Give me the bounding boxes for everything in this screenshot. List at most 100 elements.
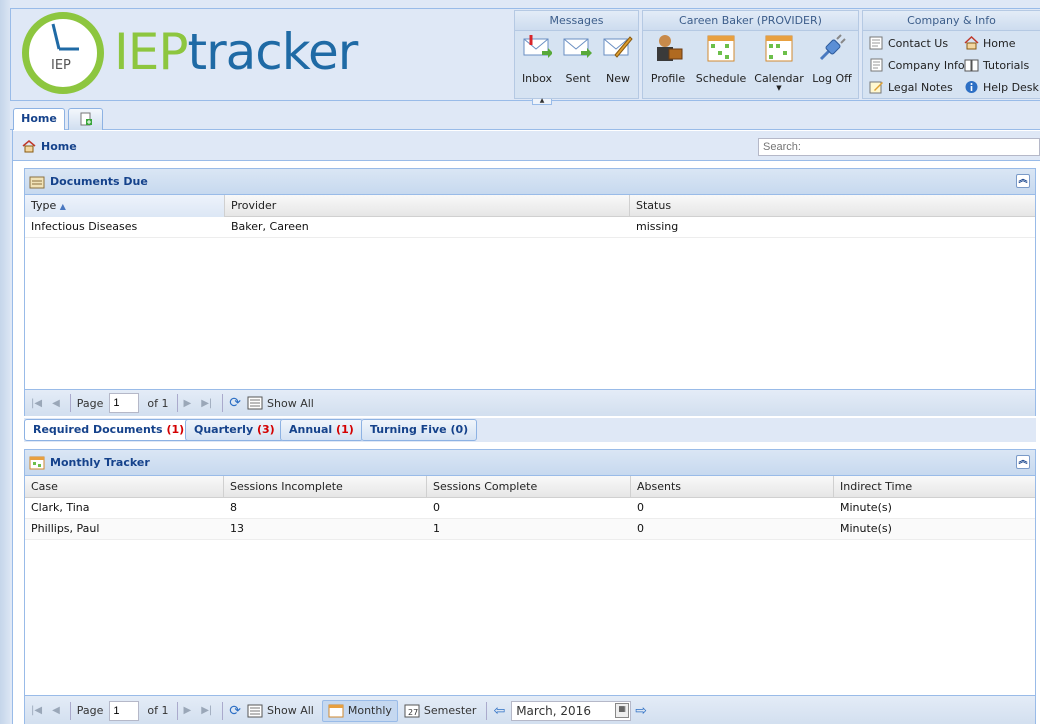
refresh-icon[interactable]: ⟳ (229, 395, 241, 411)
date-picker-icon[interactable]: ▦ (615, 702, 630, 718)
tutorials-label: Tutorials (983, 58, 1030, 72)
monthly-toggle-button[interactable]: Monthly (321, 699, 398, 722)
next-month-arrow-icon[interactable]: ⇨ (635, 703, 647, 719)
show-all-label: Show All (267, 704, 314, 717)
column-header-provider[interactable]: Provider (225, 195, 630, 217)
monthly-tracker-pager: |◀ ◀ Page of 1 ▶ ▶| ⟳ Show All Monthly 2… (25, 695, 1035, 724)
calendar-button[interactable]: Calendar ▼ (754, 33, 804, 92)
monthly-label: Monthly (347, 704, 392, 717)
tab-quarterly[interactable]: Quarterly (3) (185, 419, 284, 441)
column-header-case[interactable]: Case (25, 476, 224, 498)
pager-separator (176, 394, 178, 412)
prev-page-icon[interactable]: ◀ (52, 705, 60, 716)
last-page-icon[interactable]: ▶| (201, 398, 212, 409)
next-page-icon[interactable]: ▶ (184, 705, 192, 716)
cell-absents: 0 (637, 522, 644, 535)
cell-type: Infectious Diseases (31, 220, 138, 233)
profile-icon (657, 35, 683, 61)
table-row[interactable]: Clark, Tina 8 0 0 Minute(s) (25, 498, 1035, 519)
home-link-label: Home (983, 36, 1016, 50)
column-header-sessions-incomplete[interactable]: Sessions Incomplete (224, 476, 427, 498)
breadcrumb-home[interactable]: Home (41, 140, 77, 153)
column-header-type[interactable]: Type ▲ (25, 195, 225, 217)
refresh-icon[interactable]: ⟳ (229, 703, 241, 719)
calendar-icon (765, 35, 793, 62)
page-number-input[interactable] (109, 393, 140, 413)
list-icon (247, 396, 263, 410)
cell-case: Clark, Tina (31, 501, 90, 514)
table-row[interactable]: Phillips, Paul 13 1 0 Minute(s) (25, 519, 1035, 540)
tab-add-new[interactable] (68, 108, 103, 130)
document-category-tabs: Required Documents (1) Quarterly (3) Ann… (24, 418, 1036, 442)
pager-separator (176, 701, 178, 720)
calendar-dropdown-arrow-icon[interactable]: ▼ (754, 85, 804, 92)
tab-required-documents[interactable]: Required Documents (1) (24, 419, 194, 441)
column-header-absents[interactable]: Absents (631, 476, 834, 498)
home-link[interactable]: Home (964, 36, 1015, 50)
sent-icon (563, 38, 592, 58)
column-header-indirect-time[interactable]: Indirect Time (834, 476, 1035, 498)
new-message-label: New (606, 72, 630, 85)
sort-ascending-icon: ▲ (59, 202, 66, 211)
cell-sessions-complete: 0 (433, 501, 440, 514)
left-collapse-strip[interactable] (0, 0, 10, 724)
logo-tracker: tracker (187, 23, 359, 81)
schedule-button[interactable]: Schedule (695, 33, 747, 85)
semester-calendar-icon: 27 (404, 704, 420, 717)
new-message-icon (603, 36, 633, 58)
tab-annual[interactable]: Annual (1) (280, 419, 363, 441)
monthly-tracker-collapse-button[interactable]: ︽ (1016, 455, 1030, 469)
show-all-button[interactable]: Show All (247, 396, 314, 410)
column-header-sessions-complete[interactable]: Sessions Complete (427, 476, 631, 498)
column-header-status[interactable]: Status (630, 195, 1035, 217)
messages-group-title: Messages (515, 11, 638, 31)
documents-folder-icon (29, 176, 45, 188)
schedule-label: Schedule (695, 72, 747, 85)
info-icon (965, 81, 978, 93)
sent-button[interactable]: Sent (561, 33, 595, 85)
tutorials-link[interactable]: Tutorials (964, 58, 1029, 72)
sent-label: Sent (565, 72, 591, 85)
legal-notes-link[interactable]: Legal Notes (869, 80, 953, 94)
new-message-button[interactable]: New (601, 33, 635, 85)
company-info-label: Company Info (888, 58, 965, 72)
contact-us-link[interactable]: Contact Us (869, 36, 948, 50)
documents-due-column-headers: Type ▲ Provider Status (25, 195, 1035, 217)
company-info-link[interactable]: Company Info (869, 58, 965, 72)
add-page-icon (80, 112, 92, 126)
inbox-icon (523, 35, 553, 58)
profile-button[interactable]: Profile (648, 33, 688, 85)
help-desk-link[interactable]: Help Desk (964, 80, 1039, 94)
cell-status: missing (636, 220, 679, 233)
table-row[interactable]: Infectious Diseases Baker, Careen missin… (25, 217, 1035, 238)
header-collapse-handle[interactable]: ▲ (532, 98, 552, 105)
page-label: Page (76, 396, 104, 410)
documents-due-collapse-button[interactable]: ︽ (1016, 174, 1030, 188)
month-date-field[interactable]: March, 2016 ▦ (511, 700, 632, 721)
tab-turning-five-count: (0) (450, 423, 469, 436)
previous-month-arrow-icon[interactable]: ⇦ (493, 703, 505, 719)
show-all-label: Show All (267, 396, 314, 410)
inbox-button[interactable]: Inbox (520, 33, 554, 85)
last-page-icon[interactable]: ▶| (201, 705, 212, 716)
tab-home[interactable]: Home (13, 108, 65, 131)
breadcrumb: Home (22, 140, 77, 153)
first-page-icon[interactable]: |◀ (31, 398, 42, 409)
main-tab-bar: Home (10, 107, 1040, 131)
semester-label: Semester (423, 704, 477, 717)
next-page-icon[interactable]: ▶ (184, 398, 192, 409)
show-all-button[interactable]: Show All (247, 704, 314, 718)
month-date-value: March, 2016 (516, 703, 591, 718)
contact-card-icon (869, 36, 883, 50)
home-icon (964, 36, 979, 50)
first-page-icon[interactable]: |◀ (31, 705, 42, 716)
page-number-input[interactable] (109, 700, 140, 721)
semester-toggle-button[interactable]: 27 Semester (404, 704, 477, 718)
logoff-button[interactable]: Log Off (811, 33, 853, 85)
search-input[interactable] (758, 138, 1040, 156)
company-group: Company & Info Contact Us Home Company I… (862, 10, 1040, 99)
tab-turning-five[interactable]: Turning Five (0) (361, 419, 478, 441)
provider-group: Careen Baker (PROVIDER) Profile Schedule… (642, 10, 859, 99)
prev-page-icon[interactable]: ◀ (52, 398, 60, 409)
monthly-tracker-panel: Monthly Tracker ︽ Case Sessions Incomple… (24, 449, 1036, 724)
